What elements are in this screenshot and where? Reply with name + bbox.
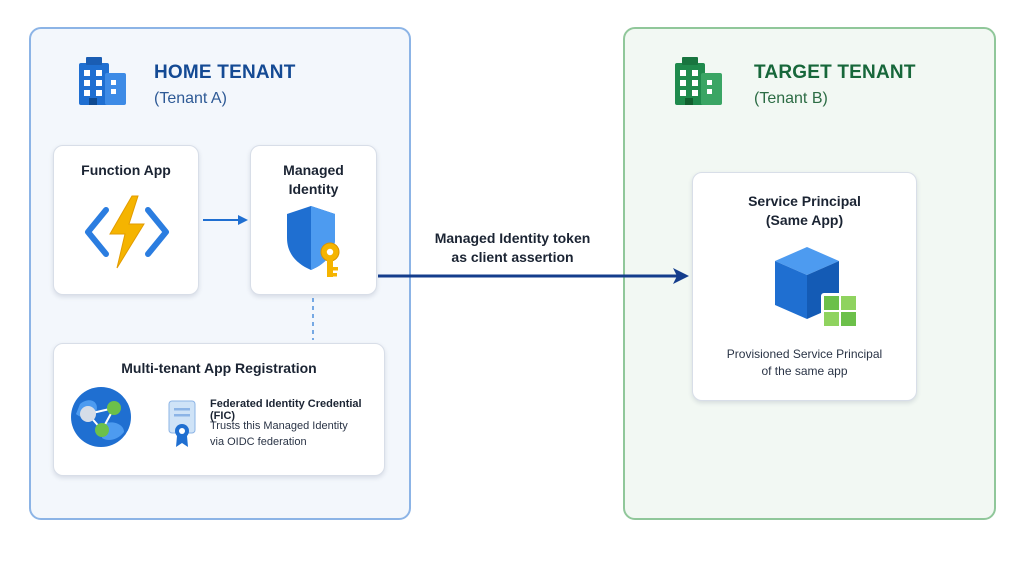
token-flow-label: Managed Identity token as client asserti… <box>410 229 615 267</box>
token-flow-label-line2: as client assertion <box>451 249 574 265</box>
token-flow-label-line1: Managed Identity token <box>434 230 591 246</box>
connector-layer <box>203 215 689 340</box>
